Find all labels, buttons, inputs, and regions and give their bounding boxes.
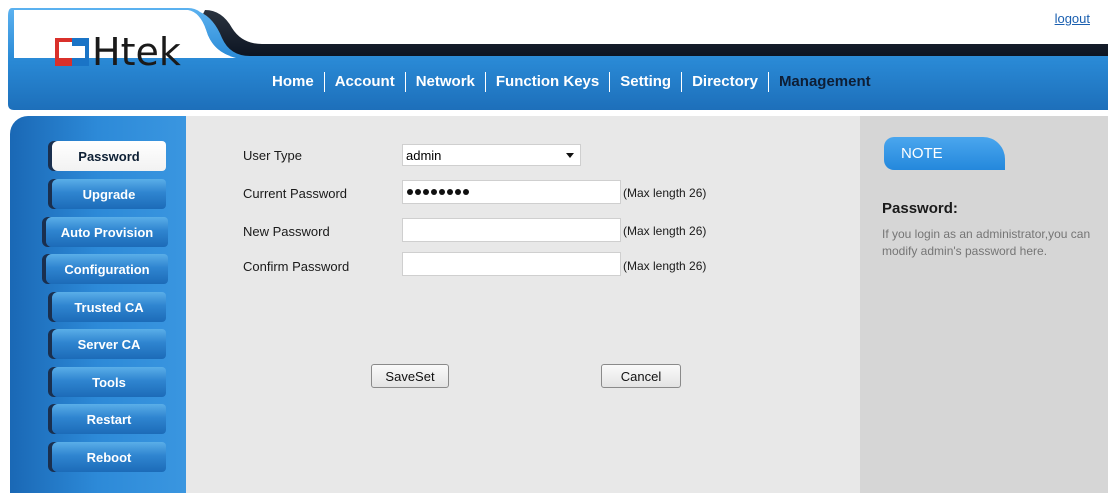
password-dot [415,189,421,195]
sidebar-item-restart[interactable]: Restart [52,404,166,434]
header: Htek logout Home Account Network Functio… [0,0,1108,112]
sidebar-item-configuration[interactable]: Configuration [46,254,168,284]
top-navigation: Home Account Network Function Keys Setti… [262,71,881,93]
htek-logo: Htek [55,32,181,72]
cancel-button[interactable]: Cancel [601,364,681,388]
sidebar: Password Upgrade Auto Provision Configur… [10,116,186,493]
sidebar-item-auto-provision[interactable]: Auto Provision [46,217,168,247]
nav-function-keys[interactable]: Function Keys [486,72,609,92]
sidebar-item-server-ca[interactable]: Server CA [52,329,166,359]
sidebar-item-trusted-ca[interactable]: Trusted CA [52,292,166,322]
user-type-value: admin [406,147,442,163]
user-type-select[interactable]: admin [402,144,581,166]
nav-network[interactable]: Network [406,72,485,92]
nav-account[interactable]: Account [325,72,405,92]
nav-home[interactable]: Home [262,72,324,92]
sidebar-item-password[interactable]: Password [52,141,166,171]
password-form: User Type admin Current Password (Max le… [186,116,860,493]
note-tab: NOTE [884,137,1005,170]
current-password-hint: (Max length 26) [623,186,707,200]
new-password-hint: (Max length 26) [623,224,707,238]
password-dot [447,189,453,195]
sidebar-item-reboot[interactable]: Reboot [52,442,166,472]
sidebar-item-upgrade[interactable]: Upgrade [52,179,166,209]
logo-text: Htek [92,30,181,74]
logout-link[interactable]: logout [1055,11,1090,26]
note-title: Password: [882,200,958,217]
current-password-input[interactable] [402,180,621,204]
password-dot [423,189,429,195]
chevron-down-icon [566,152,574,158]
htek-logo-mark [55,38,89,66]
password-dot [439,189,445,195]
note-panel: NOTE Password: If you login as an admini… [860,116,1108,493]
confirm-password-input[interactable] [402,252,621,276]
masked-password [407,189,469,195]
new-password-label: New Password [243,224,330,239]
sidebar-item-tools[interactable]: Tools [52,367,166,397]
note-text: If you login as an administrator,you can… [882,227,1091,258]
page: Htek logout Home Account Network Functio… [0,0,1108,493]
confirm-password-label: Confirm Password [243,259,350,274]
password-dot [431,189,437,195]
password-dot [455,189,461,195]
confirm-password-hint: (Max length 26) [623,259,707,273]
user-type-label: User Type [243,148,303,163]
saveset-button[interactable]: SaveSet [371,364,449,388]
nav-management[interactable]: Management [769,72,881,92]
password-dot [463,189,469,195]
new-password-input[interactable] [402,218,621,242]
nav-directory[interactable]: Directory [682,72,768,92]
nav-setting[interactable]: Setting [610,72,681,92]
current-password-label: Current Password [243,186,348,201]
password-dot [407,189,413,195]
